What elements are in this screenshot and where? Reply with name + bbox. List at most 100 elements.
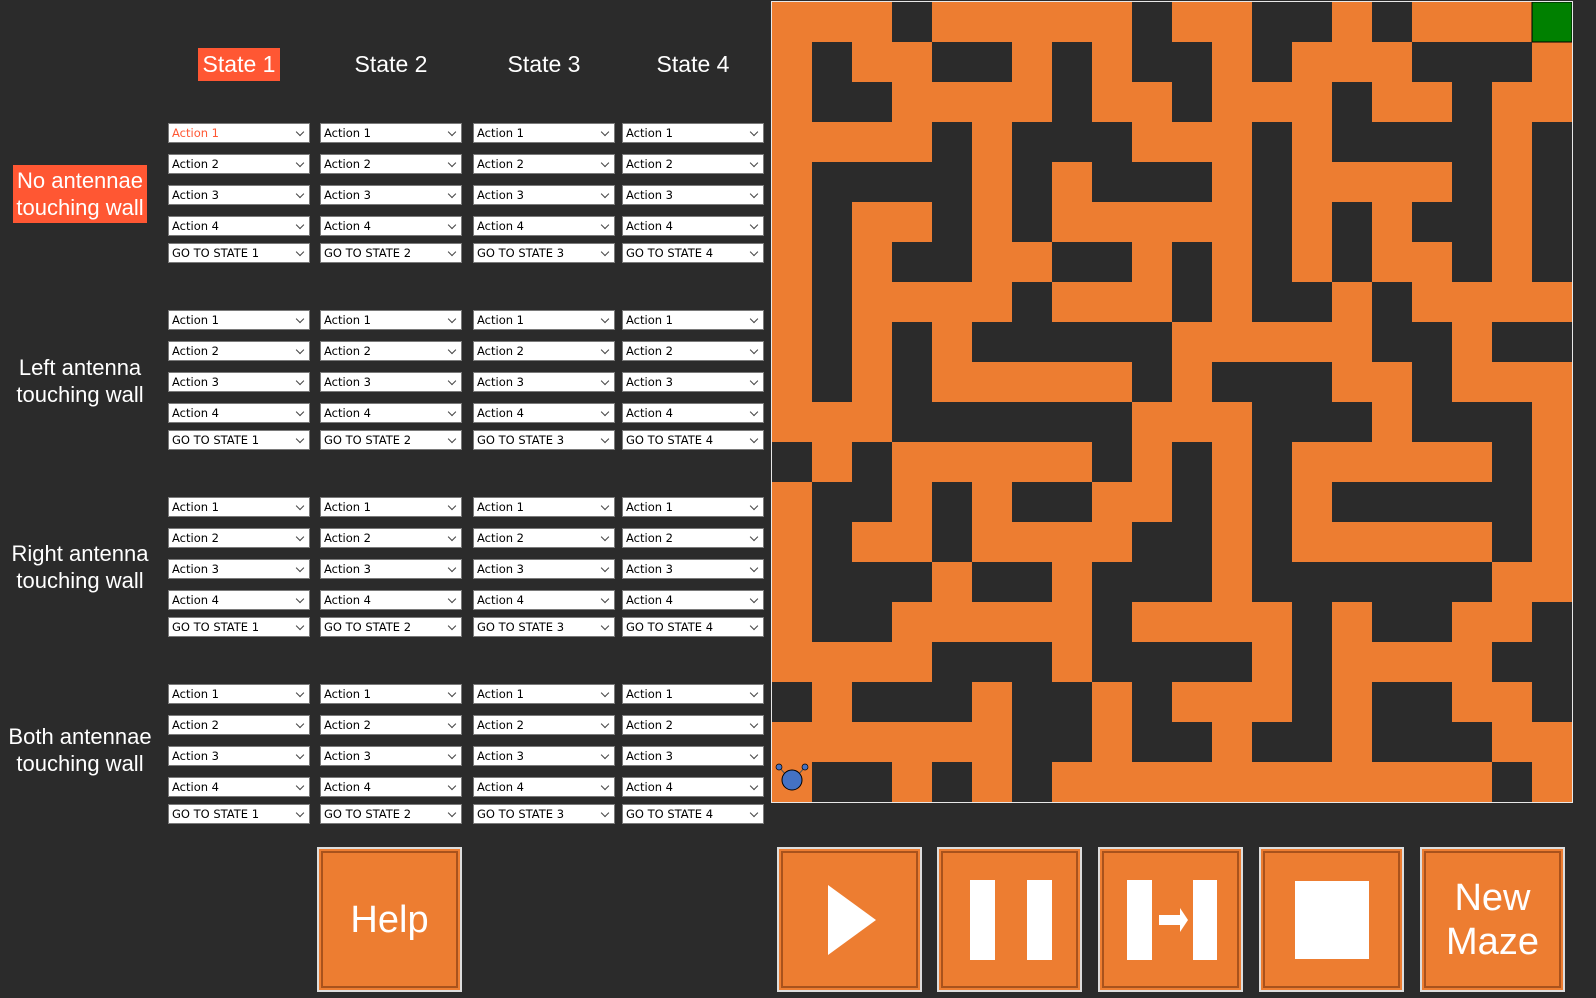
chevron-down-icon[interactable]	[447, 781, 457, 791]
action-dropdown[interactable]: Action 1	[622, 497, 764, 517]
next-state-dropdown[interactable]: GO TO STATE 2	[320, 243, 462, 263]
chevron-down-icon[interactable]	[295, 247, 305, 257]
action-dropdown[interactable]: Action 3	[320, 185, 462, 205]
action-dropdown[interactable]: Action 1	[320, 123, 462, 143]
next-state-dropdown[interactable]: GO TO STATE 4	[622, 430, 764, 450]
next-state-dropdown[interactable]: GO TO STATE 4	[622, 804, 764, 824]
chevron-down-icon[interactable]	[447, 750, 457, 760]
action-dropdown[interactable]: Action 3	[473, 372, 615, 392]
action-dropdown[interactable]: Action 4	[320, 403, 462, 423]
action-dropdown[interactable]: Action 3	[622, 372, 764, 392]
chevron-down-icon[interactable]	[447, 220, 457, 230]
chevron-down-icon[interactable]	[447, 345, 457, 355]
chevron-down-icon[interactable]	[600, 158, 610, 168]
chevron-down-icon[interactable]	[749, 434, 759, 444]
next-state-dropdown[interactable]: GO TO STATE 4	[622, 243, 764, 263]
action-dropdown[interactable]: Action 1	[168, 684, 310, 704]
chevron-down-icon[interactable]	[447, 621, 457, 631]
chevron-down-icon[interactable]	[600, 376, 610, 386]
action-dropdown[interactable]: Action 2	[622, 341, 764, 361]
action-dropdown[interactable]: Action 2	[473, 715, 615, 735]
action-dropdown[interactable]: Action 2	[473, 154, 615, 174]
chevron-down-icon[interactable]	[749, 808, 759, 818]
action-dropdown[interactable]: Action 2	[320, 715, 462, 735]
chevron-down-icon[interactable]	[749, 127, 759, 137]
chevron-down-icon[interactable]	[600, 808, 610, 818]
action-dropdown[interactable]: Action 4	[622, 590, 764, 610]
action-dropdown[interactable]: Action 2	[320, 528, 462, 548]
chevron-down-icon[interactable]	[447, 594, 457, 604]
chevron-down-icon[interactable]	[749, 220, 759, 230]
action-dropdown[interactable]: Action 2	[320, 341, 462, 361]
chevron-down-icon[interactable]	[749, 750, 759, 760]
chevron-down-icon[interactable]	[447, 434, 457, 444]
chevron-down-icon[interactable]	[600, 501, 610, 511]
next-state-dropdown[interactable]: GO TO STATE 1	[168, 243, 310, 263]
action-dropdown[interactable]: Action 1	[473, 497, 615, 517]
chevron-down-icon[interactable]	[600, 594, 610, 604]
chevron-down-icon[interactable]	[447, 532, 457, 542]
chevron-down-icon[interactable]	[295, 345, 305, 355]
action-dropdown[interactable]: Action 3	[622, 559, 764, 579]
chevron-down-icon[interactable]	[447, 314, 457, 324]
chevron-down-icon[interactable]	[749, 719, 759, 729]
chevron-down-icon[interactable]	[600, 127, 610, 137]
action-dropdown[interactable]: Action 2	[168, 154, 310, 174]
action-dropdown[interactable]: Action 1	[320, 497, 462, 517]
stop-button[interactable]	[1259, 847, 1404, 992]
action-dropdown[interactable]: Action 3	[168, 372, 310, 392]
next-state-dropdown[interactable]: GO TO STATE 1	[168, 804, 310, 824]
pause-button[interactable]	[937, 847, 1082, 992]
step-button[interactable]	[1098, 847, 1243, 992]
chevron-down-icon[interactable]	[295, 750, 305, 760]
action-dropdown[interactable]: Action 4	[168, 403, 310, 423]
chevron-down-icon[interactable]	[295, 808, 305, 818]
action-dropdown[interactable]: Action 2	[320, 154, 462, 174]
action-dropdown[interactable]: Action 3	[622, 185, 764, 205]
action-dropdown[interactable]: Action 2	[168, 715, 310, 735]
chevron-down-icon[interactable]	[295, 563, 305, 573]
action-dropdown[interactable]: Action 2	[622, 528, 764, 548]
chevron-down-icon[interactable]	[447, 688, 457, 698]
action-dropdown[interactable]: Action 4	[473, 590, 615, 610]
chevron-down-icon[interactable]	[749, 532, 759, 542]
chevron-down-icon[interactable]	[749, 621, 759, 631]
action-dropdown[interactable]: Action 4	[168, 590, 310, 610]
action-dropdown[interactable]: Action 3	[622, 746, 764, 766]
chevron-down-icon[interactable]	[749, 314, 759, 324]
chevron-down-icon[interactable]	[600, 750, 610, 760]
chevron-down-icon[interactable]	[295, 688, 305, 698]
next-state-dropdown[interactable]: GO TO STATE 2	[320, 430, 462, 450]
action-dropdown[interactable]: Action 4	[473, 777, 615, 797]
action-dropdown[interactable]: Action 4	[622, 777, 764, 797]
action-dropdown[interactable]: Action 4	[320, 216, 462, 236]
action-dropdown[interactable]: Action 3	[320, 746, 462, 766]
chevron-down-icon[interactable]	[749, 594, 759, 604]
chevron-down-icon[interactable]	[447, 808, 457, 818]
action-dropdown[interactable]: Action 4	[473, 403, 615, 423]
chevron-down-icon[interactable]	[447, 719, 457, 729]
chevron-down-icon[interactable]	[749, 781, 759, 791]
chevron-down-icon[interactable]	[600, 345, 610, 355]
chevron-down-icon[interactable]	[749, 247, 759, 257]
chevron-down-icon[interactable]	[600, 407, 610, 417]
action-dropdown[interactable]: Action 2	[622, 154, 764, 174]
chevron-down-icon[interactable]	[295, 127, 305, 137]
action-dropdown[interactable]: Action 4	[622, 216, 764, 236]
chevron-down-icon[interactable]	[295, 532, 305, 542]
action-dropdown[interactable]: Action 4	[473, 216, 615, 236]
chevron-down-icon[interactable]	[749, 407, 759, 417]
action-dropdown[interactable]: Action 2	[622, 715, 764, 735]
action-dropdown[interactable]: Action 4	[622, 403, 764, 423]
chevron-down-icon[interactable]	[295, 434, 305, 444]
chevron-down-icon[interactable]	[600, 719, 610, 729]
chevron-down-icon[interactable]	[447, 158, 457, 168]
chevron-down-icon[interactable]	[447, 563, 457, 573]
chevron-down-icon[interactable]	[600, 781, 610, 791]
play-button[interactable]	[777, 847, 922, 992]
next-state-dropdown[interactable]: GO TO STATE 1	[168, 617, 310, 637]
chevron-down-icon[interactable]	[600, 532, 610, 542]
chevron-down-icon[interactable]	[600, 220, 610, 230]
action-dropdown[interactable]: Action 1	[622, 684, 764, 704]
action-dropdown[interactable]: Action 3	[168, 746, 310, 766]
